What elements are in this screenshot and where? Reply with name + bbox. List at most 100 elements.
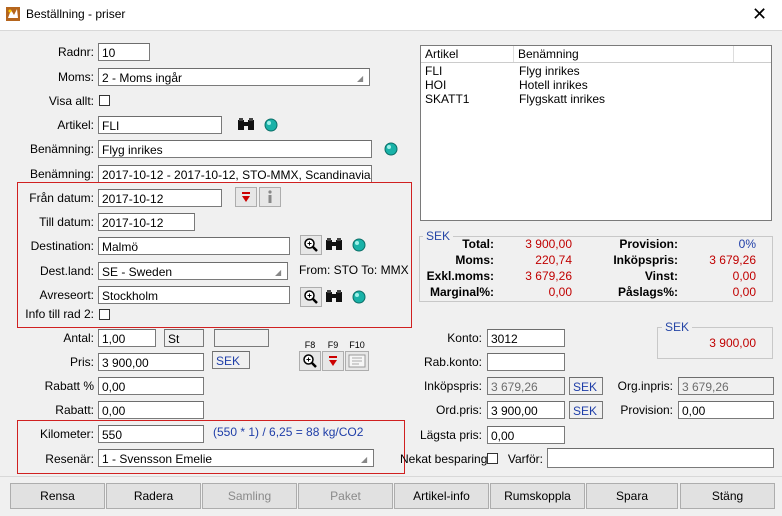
- rabatt-pct-field[interactable]: 0,00: [98, 377, 204, 395]
- vinst-label: Vinst:: [644, 269, 678, 283]
- visa-allt-label: Visa allt:: [48, 94, 94, 108]
- lagsta-pris-field[interactable]: 0,00: [487, 426, 565, 444]
- destination-go-icon[interactable]: [350, 236, 368, 254]
- till-datum-label: Till datum:: [39, 215, 94, 229]
- samling-button[interactable]: Samling: [202, 483, 297, 509]
- article-list[interactable]: Artikel Benämning FLI Flyg inrikes HOI H…: [420, 45, 772, 221]
- magnifier-icon: [304, 238, 318, 252]
- artikel-info-button[interactable]: Artikel-info: [394, 483, 489, 509]
- info-icon: [268, 190, 272, 203]
- sek-box-title: SEK: [662, 320, 693, 334]
- provision-sum-value: 0%: [738, 237, 756, 251]
- window-title: Beställning - priser: [26, 7, 126, 21]
- avreseort-search-button[interactable]: [300, 287, 322, 307]
- spara-button[interactable]: Spara: [586, 483, 678, 509]
- col-benamning[interactable]: Benämning: [514, 46, 734, 62]
- stang-button[interactable]: Stäng: [680, 483, 775, 509]
- exkl-moms-value: 3 679,26: [525, 269, 572, 283]
- f10-receipt-icon: [348, 354, 366, 368]
- from-to-text: From: STO To: MMX: [299, 263, 409, 277]
- avreseort-go-icon[interactable]: [350, 288, 368, 306]
- inkopspris-sum-value: 3 679,26: [709, 253, 756, 267]
- f10-button[interactable]: [345, 351, 369, 371]
- f8-label: F8: [304, 340, 316, 350]
- antal-field[interactable]: 1,00: [98, 329, 156, 347]
- pris-currency: SEK: [212, 351, 250, 369]
- list-item[interactable]: FLI Flyg inrikes: [421, 64, 771, 78]
- marginal-label: Marginal%:: [429, 285, 494, 299]
- radera-button[interactable]: Radera: [106, 483, 201, 509]
- inkopspris-label: Inköpspris:: [423, 379, 482, 393]
- list-item[interactable]: SKATT1 Flygskatt inrikes: [421, 92, 771, 106]
- binoculars-icon[interactable]: [236, 116, 256, 134]
- nekat-checkbox[interactable]: [487, 453, 498, 464]
- down-arrow-icon: [242, 192, 250, 202]
- org-inpris-label: Org.inpris:: [617, 379, 673, 393]
- destination-search-button[interactable]: [300, 235, 322, 255]
- list-item-benamning: Flygskatt inrikes: [519, 92, 606, 106]
- artikel-field[interactable]: FLI: [98, 116, 222, 134]
- rabatt-field[interactable]: 0,00: [98, 401, 204, 419]
- antal-label: Antal:: [63, 331, 94, 345]
- pris-label: Pris:: [70, 355, 94, 369]
- info-button[interactable]: [259, 187, 281, 207]
- visa-allt-checkbox[interactable]: [99, 95, 110, 106]
- col-artikel[interactable]: Artikel: [421, 46, 514, 62]
- f9-down-button[interactable]: [322, 351, 344, 371]
- dest-land-grip-icon: ◢: [275, 268, 282, 277]
- pris-field[interactable]: 3 900,00: [98, 353, 204, 371]
- benamning-field[interactable]: Flyg inrikes: [98, 140, 372, 158]
- rab-konto-label: Rab.konto:: [423, 355, 482, 369]
- down-arrow-button[interactable]: [235, 187, 257, 207]
- rumskoppla-button[interactable]: Rumskoppla: [490, 483, 585, 509]
- konto-field[interactable]: 3012: [487, 329, 565, 347]
- ord-pris-currency: SEK: [569, 401, 603, 419]
- radnr-field[interactable]: 10: [98, 43, 150, 61]
- f8-search-button[interactable]: [299, 351, 321, 371]
- destination-field[interactable]: Malmö: [98, 237, 290, 255]
- avreseort-field[interactable]: Stockholm: [98, 286, 290, 304]
- list-item[interactable]: HOI Hotell inrikes: [421, 78, 771, 92]
- destination-binoculars-icon[interactable]: [324, 236, 344, 254]
- lagsta-pris-label: Lägsta pris:: [419, 428, 482, 442]
- inkopspris-sum-label: Inköpspris:: [613, 253, 678, 267]
- exkl-moms-label: Exkl.moms:: [426, 269, 494, 283]
- resenar-value: 1 - Svensson Emelie: [102, 452, 213, 466]
- provision-field[interactable]: 0,00: [678, 401, 774, 419]
- info-rad2-label: Info till rad 2:: [25, 307, 94, 321]
- dest-land-field[interactable]: SE - Sweden ◢: [98, 262, 288, 280]
- benamning2-field[interactable]: 2017-10-12 - 2017-10-12, STO-MMX, Scandi…: [98, 165, 372, 183]
- list-item-artikel: FLI: [425, 64, 443, 78]
- kilometer-field[interactable]: 550: [98, 425, 204, 443]
- co2-calculation: (550 * 1) / 6,25 = 88 kg/CO2: [213, 425, 364, 439]
- go-button-icon[interactable]: [262, 116, 280, 134]
- antal-extra-field: [214, 329, 269, 347]
- rab-konto-field[interactable]: [487, 353, 565, 371]
- ord-pris-field[interactable]: 3 900,00: [487, 401, 565, 419]
- radnr-label: Radnr:: [57, 45, 94, 59]
- konto-label: Konto:: [447, 331, 482, 345]
- close-icon[interactable]: ✕: [752, 4, 767, 25]
- resenar-field[interactable]: 1 - Svensson Emelie ◢: [98, 449, 374, 467]
- list-header: Artikel Benämning: [421, 46, 771, 63]
- list-item-benamning: Flyg inrikes: [519, 64, 580, 78]
- till-datum-field[interactable]: 2017-10-12: [98, 213, 195, 231]
- varfor-field[interactable]: [547, 448, 774, 468]
- total-value: 3 900,00: [525, 237, 572, 251]
- marginal-value: 0,00: [548, 285, 572, 299]
- avreseort-binoculars-icon[interactable]: [324, 288, 344, 306]
- paket-button[interactable]: Paket: [298, 483, 393, 509]
- rensa-button[interactable]: Rensa: [10, 483, 105, 509]
- info-rad2-checkbox[interactable]: [99, 309, 110, 320]
- moms-label: Moms:: [58, 70, 94, 84]
- benamning-label: Benämning:: [29, 142, 94, 156]
- f10-label: F10: [349, 340, 365, 350]
- moms-field[interactable]: 2 - Moms ingår ◢: [98, 68, 370, 86]
- list-item-artikel: HOI: [425, 78, 447, 92]
- moms-value: 2 - Moms ingår: [102, 71, 183, 85]
- fran-datum-field[interactable]: 2017-10-12: [98, 189, 222, 207]
- f9-label: F9: [327, 340, 339, 350]
- benamning-go-icon[interactable]: [381, 139, 401, 159]
- org-inpris-field: 3 679,26: [678, 377, 774, 395]
- inkopspris-field: 3 679,26: [487, 377, 565, 395]
